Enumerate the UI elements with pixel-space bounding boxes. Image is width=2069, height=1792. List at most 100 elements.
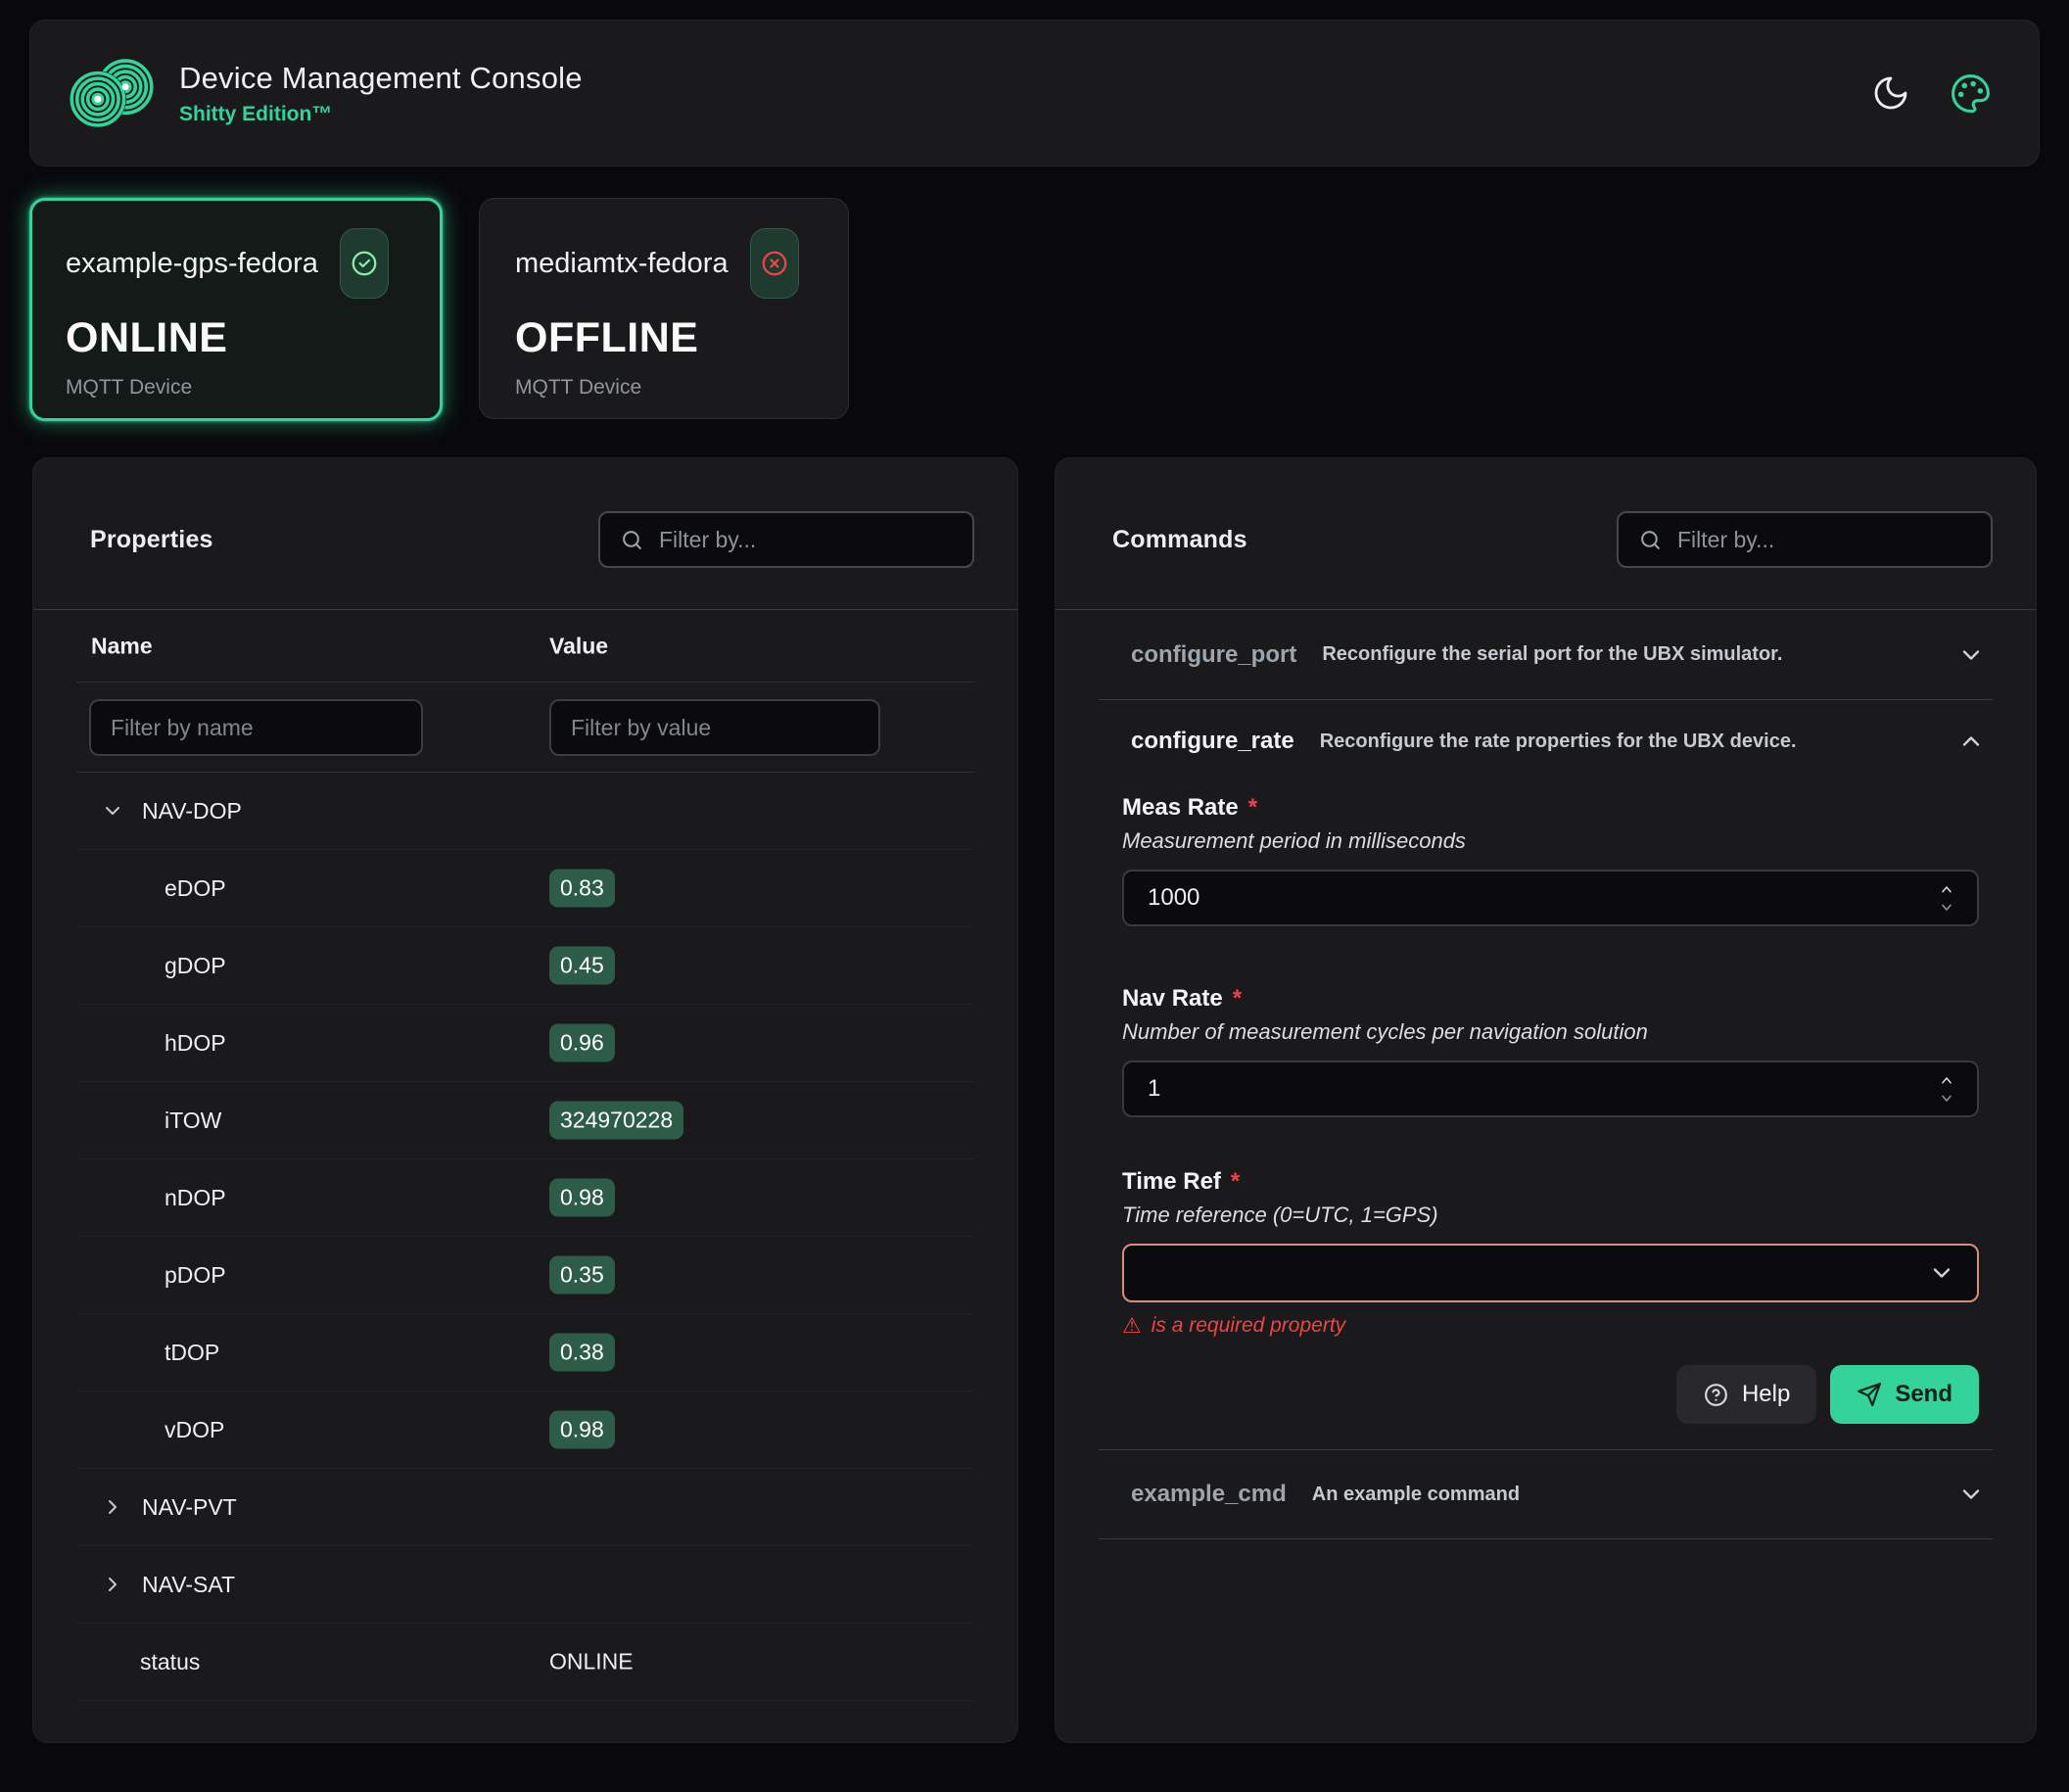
field-label: Meas Rate	[1122, 794, 1239, 822]
property-group-label: NAV-DOP	[142, 798, 242, 825]
search-icon	[620, 528, 644, 552]
device-card-header: mediamtx-fedora	[515, 228, 813, 299]
properties-filter-field[interactable]	[659, 527, 953, 553]
command-configure-rate[interactable]: configure_rate Reconfigure the rate prop…	[1099, 700, 1993, 782]
command-actions: Help Send	[1122, 1365, 1979, 1424]
property-name: tDOP	[165, 1340, 219, 1366]
properties-filter-input[interactable]	[598, 511, 974, 568]
device-online-badge	[340, 228, 389, 299]
x-circle-icon	[760, 249, 789, 278]
search-icon	[1638, 528, 1663, 552]
column-header-value: Value	[549, 633, 608, 659]
property-row-status: status ONLINE	[76, 1624, 974, 1701]
number-stepper[interactable]	[1936, 870, 1957, 926]
device-name: mediamtx-fedora	[515, 248, 729, 280]
device-card-list: example-gps-fedora ONLINE MQTT Device me…	[29, 198, 2040, 421]
send-button[interactable]: Send	[1830, 1365, 1979, 1424]
device-card-mediamtx-fedora[interactable]: mediamtx-fedora OFFLINE MQTT Device	[479, 198, 849, 419]
stepper-up-icon[interactable]	[1936, 1072, 1957, 1088]
property-group-label: NAV-PVT	[142, 1494, 237, 1521]
commands-panel: Commands configure_port Reconfigure the …	[1055, 457, 2037, 1743]
number-stepper[interactable]	[1936, 1061, 1957, 1117]
properties-panel: Properties Name Value NAV-DOP eDO	[32, 457, 1018, 1743]
field-description: Time reference (0=UTC, 1=GPS)	[1122, 1203, 1979, 1228]
command-name: configure_port	[1131, 641, 1296, 669]
command-description: Reconfigure the serial port for the UBX …	[1322, 643, 1782, 666]
property-row-pdop: pDOP 0.35	[76, 1237, 974, 1314]
nav-rate-input[interactable]	[1122, 1061, 1979, 1117]
device-type: MQTT Device	[515, 376, 813, 400]
error-message: is a required property	[1152, 1314, 1345, 1338]
device-status: OFFLINE	[515, 314, 813, 362]
required-marker: *	[1248, 794, 1257, 822]
chevron-down-icon	[1957, 641, 1985, 669]
app-logo-icon	[66, 54, 158, 132]
commands-filter-input[interactable]	[1617, 511, 1993, 568]
properties-heading: Properties	[90, 526, 213, 554]
required-marker: *	[1233, 985, 1242, 1013]
property-group-nav-dop[interactable]: NAV-DOP	[76, 773, 974, 850]
device-offline-badge	[750, 228, 799, 299]
properties-column-filters	[76, 683, 974, 773]
stepper-down-icon[interactable]	[1936, 900, 1957, 916]
time-ref-select[interactable]	[1122, 1244, 1979, 1302]
property-name: hDOP	[165, 1030, 226, 1057]
property-group-nav-pvt[interactable]: NAV-PVT	[76, 1469, 974, 1546]
command-example-cmd[interactable]: example_cmd An example command	[1099, 1450, 1993, 1539]
help-circle-icon	[1703, 1382, 1729, 1408]
brand: Device Management Console Shitty Edition…	[66, 54, 583, 132]
property-group-label: NAV-SAT	[142, 1572, 235, 1598]
field-label: Nav Rate	[1122, 985, 1223, 1013]
check-circle-icon	[350, 249, 379, 278]
stepper-down-icon[interactable]	[1936, 1091, 1957, 1107]
chevron-down-icon	[1928, 1259, 1955, 1287]
property-value-badge: 0.96	[549, 1024, 615, 1062]
property-value-badge: 0.98	[549, 1179, 615, 1217]
property-name: gDOP	[165, 953, 226, 979]
column-header-name: Name	[91, 633, 153, 659]
field-description: Number of measurement cycles per navigat…	[1122, 1019, 1979, 1045]
app-header: Device Management Console Shitty Edition…	[29, 20, 2040, 166]
property-row-vdop: vDOP 0.98	[76, 1391, 974, 1469]
chevron-down-icon	[101, 799, 124, 823]
dark-mode-moon-icon[interactable]	[1871, 73, 1910, 113]
property-value-badge: 0.38	[549, 1334, 615, 1372]
property-name: eDOP	[165, 875, 226, 902]
device-status: ONLINE	[66, 314, 406, 362]
device-name: example-gps-fedora	[66, 248, 318, 280]
theme-palette-icon[interactable]	[1950, 72, 1992, 115]
properties-table-header: Name Value	[76, 610, 974, 683]
command-name: example_cmd	[1131, 1481, 1287, 1508]
name-filter-input[interactable]	[89, 699, 423, 756]
value-filter-input[interactable]	[549, 699, 880, 756]
property-group-nav-sat[interactable]: NAV-SAT	[76, 1546, 974, 1624]
send-icon	[1857, 1382, 1882, 1407]
stepper-up-icon[interactable]	[1936, 881, 1957, 897]
device-card-example-gps-fedora[interactable]: example-gps-fedora ONLINE MQTT Device	[29, 198, 443, 421]
configure-rate-form: Meas Rate * Measurement period in millis…	[1056, 794, 2036, 1424]
property-name: pDOP	[165, 1262, 226, 1289]
validation-error: ⚠ is a required property	[1122, 1314, 1979, 1338]
commands-heading: Commands	[1112, 526, 1247, 554]
property-name: nDOP	[165, 1185, 226, 1211]
command-configure-port[interactable]: configure_port Reconfigure the serial po…	[1099, 610, 1993, 700]
property-row-itow: iTOW 324970228	[76, 1082, 974, 1159]
appbar-actions	[1871, 72, 1992, 115]
help-button-label: Help	[1742, 1381, 1790, 1408]
meas-rate-input[interactable]	[1122, 870, 1979, 926]
main-panels: Properties Name Value NAV-DOP eDO	[32, 457, 2037, 1743]
device-type: MQTT Device	[66, 376, 406, 400]
time-ref-field: Time Ref * Time reference (0=UTC, 1=GPS)…	[1122, 1168, 1979, 1338]
property-row-edop: eDOP 0.83	[76, 850, 974, 927]
property-value-badge: 324970228	[549, 1102, 683, 1140]
commands-filter-field[interactable]	[1677, 527, 1971, 553]
property-value-badge: 0.98	[549, 1411, 615, 1449]
command-name: configure_rate	[1131, 728, 1294, 755]
warning-icon: ⚠	[1122, 1315, 1142, 1337]
field-description: Measurement period in milliseconds	[1122, 828, 1979, 854]
app-subtitle: Shitty Edition™	[179, 103, 583, 126]
property-value: ONLINE	[549, 1649, 634, 1674]
help-button[interactable]: Help	[1676, 1365, 1816, 1424]
property-row-hdop: hDOP 0.96	[76, 1005, 974, 1082]
property-value-badge: 0.83	[549, 870, 615, 908]
